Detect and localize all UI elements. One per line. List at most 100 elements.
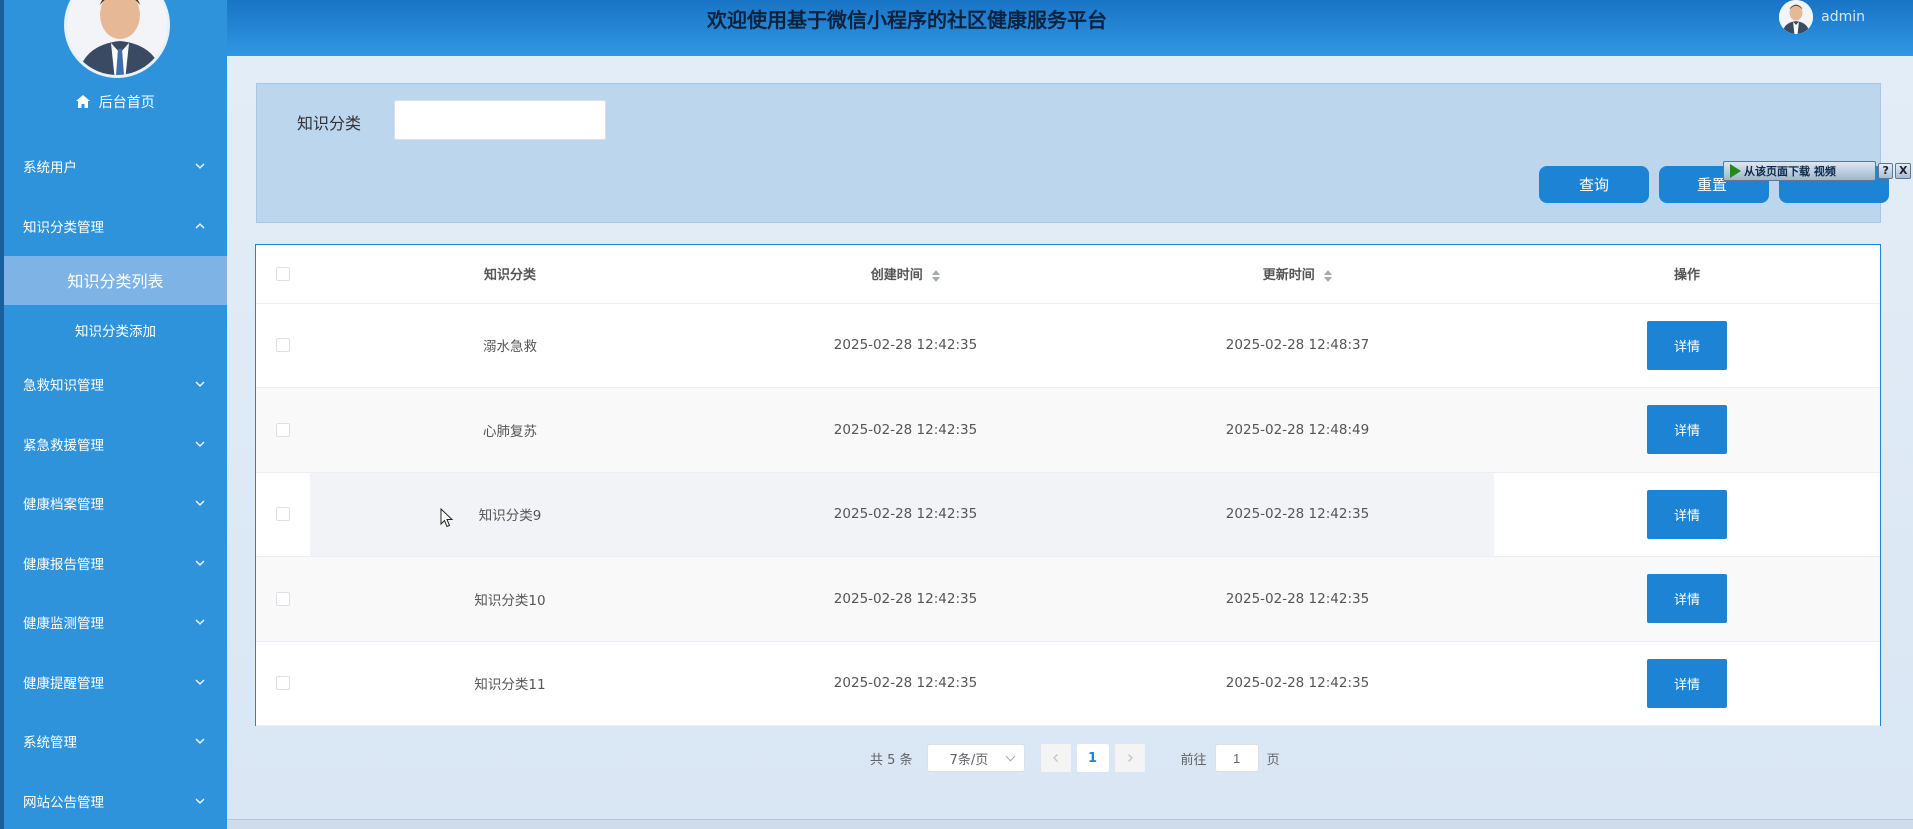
download-toolbar: 从该页面下载 视频 ? X (1723, 160, 1911, 182)
row-checkbox[interactable] (276, 422, 290, 437)
sidebar-item-label: 系统管理 (23, 735, 77, 752)
row-checkbox[interactable] (276, 338, 290, 353)
cell-category: 知识分类11 (474, 677, 546, 694)
sidebar-home-link[interactable]: 后台首页 (4, 92, 227, 112)
row-checkbox[interactable] (276, 676, 290, 691)
cell-created: 2025-02-28 12:42:35 (833, 675, 978, 692)
detail-button[interactable]: 详情 (1647, 320, 1727, 370)
download-label: 从该页面下载 视频 (1744, 165, 1836, 178)
cell-category: 溺水急救 (483, 339, 537, 356)
sidebar-item-health-reminders[interactable]: 健康提醒管理 (4, 652, 227, 712)
search-input[interactable] (394, 100, 606, 140)
sidebar-home-label: 后台首页 (98, 95, 155, 111)
sidebar-item-label: 急救知识管理 (23, 378, 104, 395)
page-number-current[interactable]: 1 (1076, 744, 1109, 772)
avatar (64, 0, 170, 78)
page-jumper: 前往 页 (1181, 744, 1280, 772)
sidebar-item-knowledge-category[interactable]: 知识分类管理 (4, 196, 227, 256)
table-row: 心肺复苏 2025-02-28 12:42:35 2025-02-28 12:4… (256, 387, 1880, 472)
sidebar-subitem-category-list[interactable]: 知识分类列表 (4, 255, 227, 305)
table-row: 知识分类10 2025-02-28 12:42:35 2025-02-28 12… (256, 556, 1880, 641)
next-page-button[interactable] (1114, 744, 1145, 772)
prev-page-button[interactable] (1040, 744, 1071, 772)
chevron-right-icon (1127, 754, 1133, 762)
close-icon[interactable]: X (1895, 163, 1911, 179)
chevron-down-icon (195, 619, 205, 626)
cell-created: 2025-02-28 12:42:35 (833, 590, 978, 607)
detail-button[interactable]: 详情 (1647, 405, 1727, 455)
sidebar-item-label: 知识分类管理 (23, 219, 104, 236)
cell-category: 知识分类10 (474, 592, 546, 609)
row-checkbox[interactable] (276, 507, 290, 522)
sidebar-menu: 系统用户 知识分类管理 知识分类列表 知识分类添加 急救知识管理 紧急救援管理 … (4, 136, 227, 829)
cell-category: 知识分类9 (310, 472, 710, 557)
cell-category: 心肺复苏 (483, 423, 537, 440)
download-video-button[interactable]: 从该页面下载 视频 (1723, 161, 1876, 181)
table-row: 知识分类11 2025-02-28 12:42:35 2025-02-28 12… (256, 641, 1880, 726)
sidebar-item-label: 健康提醒管理 (23, 675, 104, 692)
cell-updated: 2025-02-28 12:48:49 (1225, 421, 1370, 438)
cell-updated: 2025-02-28 12:42:35 (1225, 675, 1370, 692)
avatar (1779, 0, 1814, 34)
sidebar-item-health-records[interactable]: 健康档案管理 (4, 474, 227, 534)
search-panel: 知识分类 查询 重置 从该页面下载 视频 ? X (256, 83, 1911, 223)
detail-button[interactable]: 详情 (1647, 489, 1727, 539)
column-header-label: 更新时间 (1262, 268, 1315, 284)
chevron-down-icon (195, 381, 205, 388)
sidebar: 后台首页 系统用户 知识分类管理 知识分类列表 知识分类添加 急救知识管理 紧急… (0, 0, 227, 829)
sidebar-item-emergency-rescue[interactable]: 紧急救援管理 (4, 414, 227, 474)
pagination-total: 共 5 条 (870, 752, 913, 768)
chevron-down-icon (195, 679, 205, 685)
home-icon (76, 94, 91, 112)
app-title: 欢迎使用基于微信小程序的社区健康服务平台 (707, 8, 1107, 32)
search-field-label: 知识分类 (297, 114, 362, 133)
sidebar-subitem-label: 知识分类添加 (75, 323, 156, 340)
sidebar-item-label: 系统用户 (23, 159, 77, 176)
data-table: 知识分类 创建时间 更新时间 操作 溺水急救 2025-02-28 12:42:… (255, 244, 1881, 726)
page-size-value: 7条/页 (949, 752, 989, 768)
cell-updated: 2025-02-28 12:42:35 (1101, 472, 1494, 557)
sidebar-item-system-users[interactable]: 系统用户 (4, 136, 227, 196)
play-icon (1730, 164, 1741, 178)
cell-updated: 2025-02-28 12:42:35 (1225, 590, 1370, 607)
column-header-actions: 操作 (1494, 245, 1880, 304)
sidebar-item-first-aid[interactable]: 急救知识管理 (4, 355, 227, 415)
cell-updated: 2025-02-28 12:48:37 (1225, 337, 1370, 354)
chevron-down-icon (195, 798, 205, 804)
chevron-left-icon (1052, 754, 1058, 762)
column-header-updated[interactable]: 更新时间 (1101, 245, 1494, 304)
horizontal-scrollbar[interactable] (227, 819, 1913, 829)
user-menu[interactable]: admin (1779, 0, 1865, 34)
chevron-down-icon (195, 500, 205, 507)
row-checkbox[interactable] (276, 591, 290, 606)
cell-created: 2025-02-28 12:42:35 (833, 421, 978, 438)
chevron-down-icon (195, 560, 205, 566)
page-unit-label: 页 (1266, 752, 1280, 768)
page-size-select[interactable]: 7条/页 (926, 744, 1025, 772)
column-header-category: 知识分类 (310, 245, 710, 304)
main-content: 知识分类 查询 重置 从该页面下载 视频 ? X 知识分类 创建时间 更新时间 … (227, 56, 1913, 829)
column-header-created[interactable]: 创建时间 (710, 245, 1101, 304)
goto-label: 前往 (1180, 752, 1207, 768)
select-all-checkbox[interactable] (276, 266, 290, 281)
sidebar-item-announcements[interactable]: 网站公告管理 (4, 771, 227, 829)
detail-button[interactable]: 详情 (1647, 574, 1727, 624)
sort-icon[interactable] (1324, 269, 1333, 282)
sidebar-item-health-monitoring[interactable]: 健康监测管理 (4, 593, 227, 653)
chevron-down-icon (195, 163, 205, 169)
help-icon[interactable]: ? (1877, 163, 1894, 179)
sort-icon[interactable] (932, 269, 941, 282)
sidebar-item-system-management[interactable]: 系统管理 (4, 712, 227, 772)
query-button[interactable]: 查询 (1539, 166, 1649, 203)
goto-page-input[interactable] (1214, 744, 1259, 772)
cell-created: 2025-02-28 12:42:35 (833, 337, 978, 354)
sidebar-item-label: 健康监测管理 (23, 616, 104, 633)
sidebar-subitem-category-add[interactable]: 知识分类添加 (4, 305, 227, 355)
detail-button[interactable]: 详情 (1647, 658, 1727, 708)
cell-created: 2025-02-28 12:42:35 (710, 472, 1101, 557)
chevron-down-icon (195, 738, 205, 745)
pagination: 共 5 条 7条/页 1 前往 页 (870, 744, 1280, 772)
chevron-down-icon (195, 441, 205, 447)
sidebar-item-health-reports[interactable]: 健康报告管理 (4, 533, 227, 593)
table-row: 知识分类9 2025-02-28 12:42:35 2025-02-28 12:… (256, 472, 1880, 557)
